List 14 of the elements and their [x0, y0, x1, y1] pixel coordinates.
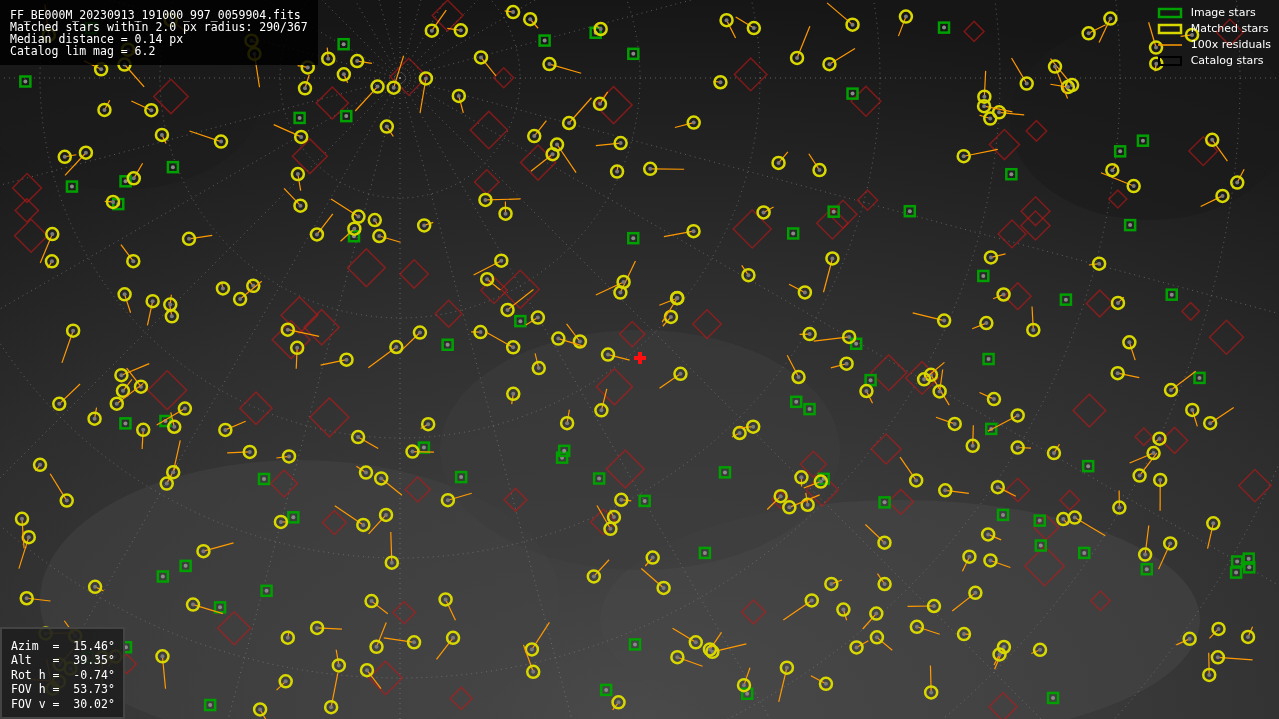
legend-label: Catalog stars	[1190, 54, 1264, 67]
pointing-text: Alt = 39.35°	[11, 653, 115, 668]
info-text: FF_BE000M_20230913_191000_997_0059904.fits	[10, 9, 302, 21]
pointing-text: Rot h = -0.74°	[11, 667, 115, 682]
pointing-text: FOV h = 53.73°	[11, 682, 115, 697]
info-text: Matched stars within 2.0 px radius: 290/367	[10, 21, 309, 33]
square-box-icon	[1156, 6, 1183, 19]
legend-label: Image stars	[1190, 6, 1256, 19]
legend-label: 100x residuals	[1190, 38, 1271, 51]
legend-label: Matched stars	[1190, 22, 1269, 35]
info-text: Median distance = 0.14 px	[10, 33, 184, 45]
pointing-text: FOV v = 30.02°	[11, 696, 115, 711]
info-text: Catalog lim mag = 6.2	[10, 45, 157, 57]
pointing-text: Azim = 15.46°	[11, 638, 115, 653]
